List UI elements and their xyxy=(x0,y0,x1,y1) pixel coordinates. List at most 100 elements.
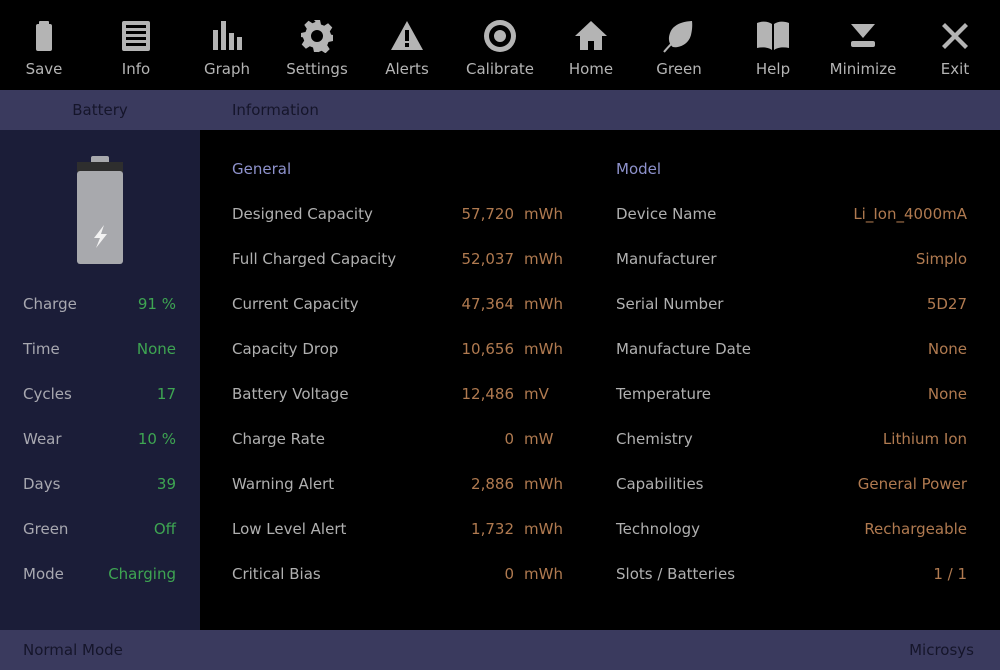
general-row: Current Capacity 47,364 mWh xyxy=(232,292,572,316)
model-row: Capabilities General Power xyxy=(616,472,967,496)
save-button[interactable]: Save xyxy=(0,0,89,90)
general-row-label: Full Charged Capacity xyxy=(232,250,397,268)
model-row-label: Temperature xyxy=(616,385,712,403)
settings-button[interactable]: Settings xyxy=(272,0,362,90)
exit-label: Exit xyxy=(940,60,970,78)
model-row-value: None xyxy=(927,340,967,358)
time-value: None xyxy=(136,340,176,358)
book-icon xyxy=(755,18,791,54)
general-row: Full Charged Capacity 52,037 mWh xyxy=(232,247,572,271)
graph-button[interactable]: Graph xyxy=(182,0,272,90)
general-row-label: Critical Bias xyxy=(232,565,321,583)
warning-icon xyxy=(389,18,425,54)
model-row: Chemistry Lithium Ion xyxy=(616,427,967,451)
wear-label: Wear xyxy=(23,430,62,448)
green-label: Green xyxy=(656,60,702,78)
model-row: Manufacture Date None xyxy=(616,337,967,361)
general-row: Battery Voltage 12,486 mV xyxy=(232,382,572,406)
calibrate-button[interactable]: Calibrate xyxy=(455,0,545,90)
information-panel: General Model Designed Capacity 57,720 mWh… xyxy=(200,130,1000,630)
time-label: Time xyxy=(23,340,60,358)
general-row-label: Capacity Drop xyxy=(232,340,339,358)
general-row-value: 0 xyxy=(504,565,514,583)
days-label: Days xyxy=(23,475,61,493)
cycles-label: Cycles xyxy=(23,385,72,403)
general-row-unit: mWh xyxy=(524,295,563,313)
status-bar: Normal Mode Microsys xyxy=(0,630,1000,670)
general-row-value: 47,364 xyxy=(461,295,515,313)
sidebar-row-time: Time None xyxy=(23,337,176,361)
general-row: Charge Rate 0 mW xyxy=(232,427,572,451)
model-row-label: Device Name xyxy=(616,205,717,223)
general-row-value: 1,732 xyxy=(471,520,514,538)
alerts-button[interactable]: Alerts xyxy=(362,0,452,90)
green-button[interactable]: Green xyxy=(634,0,724,90)
status-brand: Microsys xyxy=(909,641,974,659)
model-row: Technology Rechargeable xyxy=(616,517,967,541)
calibrate-label: Calibrate xyxy=(466,60,534,78)
general-row-label: Warning Alert xyxy=(232,475,335,493)
general-row-label: Charge Rate xyxy=(232,430,325,448)
general-row-unit: mWh xyxy=(524,205,563,223)
general-section-title: General xyxy=(232,160,292,178)
home-label: Home xyxy=(568,60,614,78)
general-row-label: Designed Capacity xyxy=(232,205,373,223)
settings-label: Settings xyxy=(286,60,348,78)
model-row-value: Li_Ion_4000mA xyxy=(853,205,967,223)
sidebar-row-charge: Charge 91 % xyxy=(23,292,176,316)
model-row: Serial Number 5D27 xyxy=(616,292,967,316)
minimize-icon xyxy=(845,18,881,54)
charge-label: Charge xyxy=(23,295,77,313)
sidebar-row-cycles: Cycles 17 xyxy=(23,382,176,406)
general-row-value: 52,037 xyxy=(461,250,515,268)
sidebar-row-wear: Wear 10 % xyxy=(23,427,176,451)
general-row-unit: mW xyxy=(524,430,554,448)
model-row-label: Chemistry xyxy=(616,430,693,448)
general-row: Critical Bias 0 mWh xyxy=(232,562,572,586)
model-row: Device Name Li_Ion_4000mA xyxy=(616,202,967,226)
minimize-button[interactable]: Minimize xyxy=(818,0,908,90)
list-icon xyxy=(118,18,154,54)
tab-information[interactable]: Information xyxy=(232,90,319,130)
general-row-unit: mWh xyxy=(524,250,563,268)
model-row-value: None xyxy=(927,385,967,403)
model-row-label: Capabilities xyxy=(616,475,704,493)
bar-chart-icon xyxy=(209,18,245,54)
model-row-label: Manufacturer xyxy=(616,250,717,268)
general-row-label: Battery Voltage xyxy=(232,385,349,403)
model-row-value: Rechargeable xyxy=(864,520,967,538)
alerts-label: Alerts xyxy=(385,60,429,78)
general-row-value: 2,886 xyxy=(471,475,514,493)
general-row-value: 57,720 xyxy=(461,205,515,223)
status-mode: Normal Mode xyxy=(23,641,123,659)
general-row-value: 10,656 xyxy=(461,340,515,358)
general-row: Designed Capacity 57,720 mWh xyxy=(232,202,572,226)
save-label: Save xyxy=(25,60,63,78)
cycles-value: 17 xyxy=(156,385,176,403)
gear-icon xyxy=(299,18,335,54)
info-button[interactable]: Info xyxy=(91,0,181,90)
minimize-label: Minimize xyxy=(829,60,897,78)
model-row-label: Slots / Batteries xyxy=(616,565,736,583)
model-row: Temperature None xyxy=(616,382,967,406)
model-row: Slots / Batteries 1 / 1 xyxy=(616,562,967,586)
tab-battery[interactable]: Battery xyxy=(0,90,200,130)
days-value: 39 xyxy=(156,475,176,493)
general-row-unit: mWh xyxy=(524,475,563,493)
general-row-label: Current Capacity xyxy=(232,295,359,313)
home-button[interactable]: Home xyxy=(546,0,636,90)
model-row-value: Simplo xyxy=(915,250,967,268)
general-row-unit: mV xyxy=(524,385,549,403)
general-row-unit: mWh xyxy=(524,565,563,583)
model-section-title: Model xyxy=(616,160,662,178)
model-row-label: Serial Number xyxy=(616,295,724,313)
close-icon xyxy=(937,18,973,54)
help-button[interactable]: Help xyxy=(728,0,818,90)
exit-button[interactable]: Exit xyxy=(910,0,1000,90)
charge-value: 91 % xyxy=(137,295,176,313)
tab-bar: Battery Information xyxy=(0,90,1000,130)
general-row-label: Low Level Alert xyxy=(232,520,347,538)
model-row-value: General Power xyxy=(857,475,967,493)
sidebar-row-green: Green Off xyxy=(23,517,176,541)
toolbar: Save Info Graph Settings Alerts Calibrat… xyxy=(0,0,1000,90)
